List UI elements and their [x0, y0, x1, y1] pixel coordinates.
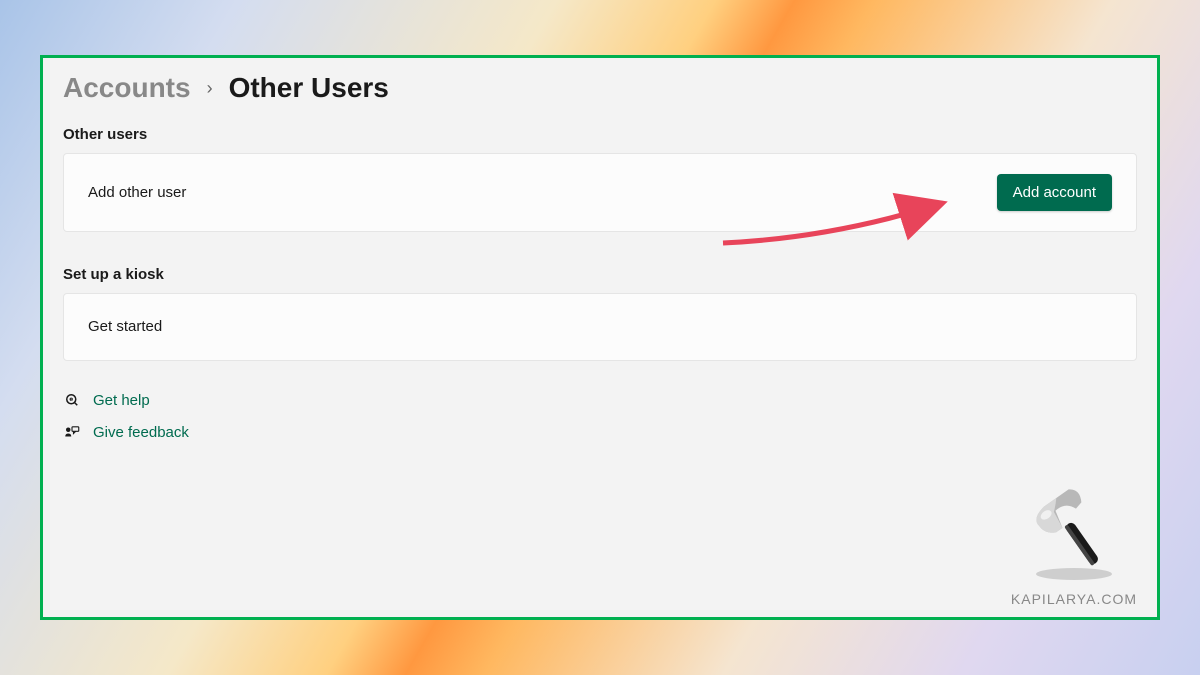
add-other-user-card: Add other user Add account [63, 153, 1137, 232]
breadcrumb-parent[interactable]: Accounts [63, 72, 191, 104]
get-help-row[interactable]: ? Get help [63, 391, 1137, 409]
section-header-other-users: Other users [63, 126, 1137, 143]
add-other-user-label: Add other user [88, 184, 186, 201]
chevron-right-icon: › [207, 78, 213, 99]
watermark: KAPILARYA.COM [1011, 482, 1137, 607]
breadcrumb: Accounts › Other Users [63, 72, 1137, 104]
kiosk-get-started-label: Get started [88, 318, 162, 335]
settings-panel: Accounts › Other Users Other users Add o… [40, 55, 1160, 620]
get-help-link[interactable]: Get help [93, 392, 150, 409]
give-feedback-row[interactable]: Give feedback [63, 423, 1137, 441]
hammer-icon [1019, 482, 1129, 582]
breadcrumb-current: Other Users [229, 72, 389, 104]
kiosk-get-started-card[interactable]: Get started [63, 293, 1137, 361]
give-feedback-link[interactable]: Give feedback [93, 424, 189, 441]
watermark-text: KAPILARYA.COM [1011, 591, 1137, 607]
add-account-button[interactable]: Add account [997, 174, 1112, 211]
help-icon: ? [63, 391, 81, 409]
svg-text:?: ? [70, 398, 72, 402]
feedback-icon [63, 423, 81, 441]
section-header-kiosk: Set up a kiosk [63, 266, 1137, 283]
